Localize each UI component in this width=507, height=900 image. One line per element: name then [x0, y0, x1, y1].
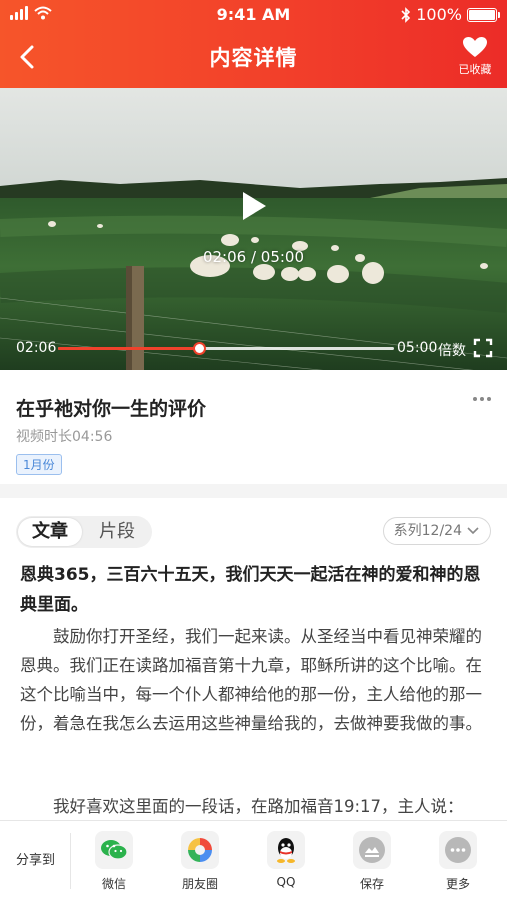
section-divider: [0, 484, 507, 498]
favorite-button[interactable]: 已收藏: [453, 36, 497, 77]
more-icon: [439, 831, 477, 869]
series-dropdown[interactable]: 系列12/24: [382, 517, 491, 545]
share-save-button[interactable]: 保存: [342, 831, 402, 892]
dot-icon: [480, 397, 484, 401]
current-time: 02:06: [16, 340, 57, 356]
chevron-down-icon: [467, 527, 479, 535]
save-icon: [353, 831, 391, 869]
bluetooth-icon: [401, 6, 411, 23]
share-item-label: 保存: [359, 877, 384, 891]
qq-icon: [267, 831, 305, 869]
dot-icon: [473, 397, 477, 401]
share-item-label: 更多: [445, 877, 470, 891]
fullscreen-icon[interactable]: [473, 338, 493, 358]
article-paragraph: 鼓励你打开圣经，我们一起来读。从圣经当中看见神荣耀的恩典。我们正在读路加福音第十…: [20, 627, 482, 733]
video-controls: 02:06 05:00 倍数: [0, 335, 507, 363]
share-moments-button[interactable]: 朋友圈: [170, 831, 230, 892]
share-qq-button[interactable]: QQ: [256, 831, 316, 889]
progress-track[interactable]: [58, 342, 394, 355]
tab-clips[interactable]: 片段: [86, 518, 148, 546]
duration-time: 05:00: [397, 340, 438, 356]
share-label: 分享到: [16, 853, 56, 868]
speed-button[interactable]: 倍数: [438, 340, 466, 360]
share-item-label: QQ: [276, 875, 296, 889]
series-label: 系列12/24: [393, 523, 462, 539]
page-title: 内容详情: [209, 46, 298, 70]
video-player[interactable]: 02:06 / 05:00 02:06 05:00 倍数: [0, 88, 507, 370]
navbar: 内容详情 已收藏: [0, 30, 507, 86]
video-center-time: 02:06 / 05:00: [202, 248, 305, 266]
progress-knob[interactable]: [193, 342, 207, 355]
dot-icon: [487, 397, 491, 401]
more-options-button[interactable]: [473, 397, 491, 401]
share-item-label: 微信: [101, 877, 126, 891]
status-bar: 9:41 AM 100%: [0, 0, 507, 30]
share-divider: [70, 833, 71, 889]
segment-control: 文章 片段: [16, 516, 152, 548]
share-item-label: 朋友圈: [181, 877, 218, 891]
share-bar: 分享到 微信 朋友圈 QQ 保存 更多: [0, 820, 507, 900]
header: 9:41 AM 100% 内容详情 已收藏: [0, 0, 507, 88]
heart-icon: [463, 37, 487, 57]
content-info: 在乎祂对你一生的评价 视频时长04:56 1月份: [0, 370, 507, 484]
progress-fill: [58, 347, 200, 350]
share-more-button[interactable]: 更多: [428, 831, 488, 892]
tab-article[interactable]: 文章: [18, 518, 82, 546]
battery-percent: 100%: [416, 5, 462, 24]
month-tag[interactable]: 1月份: [16, 454, 62, 475]
article-lead: 恩典365，三百六十五天，我们天天一起活在神的爱和神的恩典里面。: [20, 565, 481, 615]
wechat-icon: [95, 831, 133, 869]
battery-icon: [467, 7, 500, 22]
content-title: 在乎祂对你一生的评价: [16, 398, 207, 420]
share-wechat-button[interactable]: 微信: [84, 831, 144, 892]
play-icon[interactable]: [240, 190, 268, 222]
favorite-label: 已收藏: [458, 63, 492, 76]
video-duration-text: 视频时长04:56: [16, 429, 113, 445]
video-frame: [0, 88, 507, 370]
article-paragraph: 我好喜欢这里面的一段话，在路加福音19:17，主人说：: [53, 797, 464, 816]
moments-icon: [181, 831, 219, 869]
article-section: 文章 片段 系列12/24 恩典365，三百六十五天，我们天天一起活在神的爱和神…: [0, 498, 507, 820]
